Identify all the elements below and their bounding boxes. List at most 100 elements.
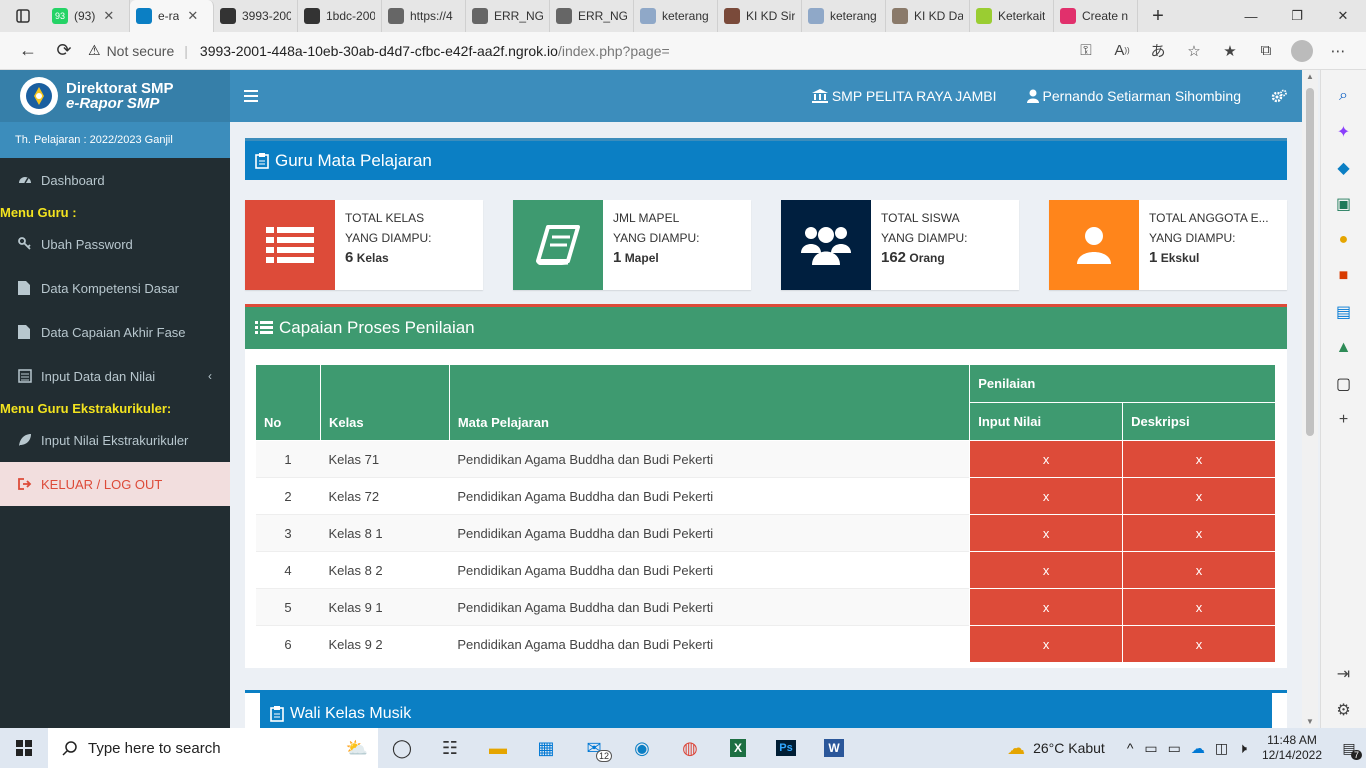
browser-tab[interactable]: KI KD Sir <box>718 0 802 32</box>
cell-deskripsi-status[interactable]: x <box>1122 477 1276 515</box>
add-app-icon[interactable]: + <box>1329 402 1359 438</box>
cell-deskripsi-status[interactable]: x <box>1122 514 1276 552</box>
new-tab-button[interactable]: + <box>1138 0 1178 32</box>
close-tab-icon[interactable]: ✕ <box>187 8 198 24</box>
page-scrollbar[interactable]: ▲ ▼ <box>1302 70 1318 728</box>
excel-button[interactable]: X <box>714 728 762 768</box>
sidebar-item-data-kompetensi[interactable]: Data Kompetensi Dasar <box>0 266 230 310</box>
word-button[interactable]: W <box>810 728 858 768</box>
restore-button[interactable]: ❐ <box>1274 0 1320 32</box>
photoshop-button[interactable]: Ps <box>762 728 810 768</box>
cell-input-status[interactable]: x <box>969 440 1124 478</box>
read-aloud-icon[interactable]: A)) <box>1104 36 1140 66</box>
shopping-tag-icon[interactable]: ◆ <box>1329 150 1359 186</box>
cell-deskripsi-status[interactable]: x <box>1122 440 1276 478</box>
url-field[interactable]: ⚠ Not secure | 3993-2001-448a-10eb-30ab-… <box>88 36 1062 66</box>
file-explorer-button[interactable]: ▬ <box>474 728 522 768</box>
collections-icon[interactable]: ⧉ <box>1248 36 1284 66</box>
refresh-button[interactable]: ⟳ <box>46 36 82 66</box>
outlook-icon[interactable]: ▤ <box>1329 294 1359 330</box>
onedrive-icon[interactable]: ☁ <box>1191 740 1205 757</box>
cell-deskripsi-status[interactable]: x <box>1122 588 1276 626</box>
cell-input-status[interactable]: x <box>969 514 1124 552</box>
hide-sidebar-icon[interactable]: ⇥ <box>1329 656 1359 692</box>
user-menu[interactable]: Pernando Setiarman Sihombing <box>1012 88 1256 104</box>
browser-tab[interactable]: keterang <box>634 0 718 32</box>
chrome-button[interactable]: ◍ <box>666 728 714 768</box>
translate-icon[interactable]: あ <box>1140 36 1176 66</box>
start-button[interactable] <box>0 728 48 768</box>
browser-tab[interactable]: Create n <box>1054 0 1138 32</box>
add-favorite-icon[interactable]: ☆ <box>1176 36 1212 66</box>
widgets-button[interactable]: ☷ <box>426 728 474 768</box>
scroll-up-icon[interactable]: ▲ <box>1306 72 1314 81</box>
key-icon[interactable]: ⚿ <box>1068 36 1104 66</box>
sidebar-item-input-data[interactable]: Input Data dan Nilai ‹ <box>0 354 230 398</box>
cell-kelas: Kelas 72 <box>320 477 450 515</box>
q-app-icon[interactable]: ▢ <box>1329 366 1359 402</box>
profile-avatar[interactable] <box>1284 36 1320 66</box>
cell-input-status[interactable]: x <box>969 551 1124 589</box>
copilot-icon[interactable]: ✦ <box>1329 114 1359 150</box>
user-icon <box>1026 89 1039 103</box>
browser-tab[interactable]: https://4 <box>382 0 466 32</box>
task-view-icon: ◯ <box>391 737 413 758</box>
browser-tab[interactable]: KI KD Da <box>886 0 970 32</box>
sidebar-item-data-capaian[interactable]: Data Capaian Akhir Fase <box>0 310 230 354</box>
browser-tab[interactable]: ERR_NGF <box>466 0 550 32</box>
cell-deskripsi-status[interactable]: x <box>1122 625 1276 663</box>
favorites-icon[interactable]: ★ <box>1212 36 1248 66</box>
browser-tab[interactable]: 3993-200 <box>214 0 298 32</box>
logo-area[interactable]: Direktorat SMP e-Rapor SMP <box>0 70 230 122</box>
settings-button[interactable] <box>1256 89 1302 103</box>
browser-tab[interactable]: keterang <box>802 0 886 32</box>
minimize-button[interactable]: — <box>1228 0 1274 32</box>
school-link[interactable]: SMP PELITA RAYA JAMBI <box>797 88 1012 104</box>
cell-input-status[interactable]: x <box>969 625 1124 663</box>
cell-input-status[interactable]: x <box>969 477 1124 515</box>
office-icon[interactable]: ■ <box>1329 258 1359 294</box>
tab-actions-button[interactable] <box>0 0 46 32</box>
toolbox-icon[interactable]: ▣ <box>1329 186 1359 222</box>
store-button[interactable]: ▦ <box>522 728 570 768</box>
battery-icon[interactable]: ▭ <box>1168 740 1181 757</box>
back-button[interactable]: ← <box>10 36 46 66</box>
security-label[interactable]: Not secure <box>107 43 175 59</box>
taskbar-search[interactable]: Type here to search ⛅ <box>48 728 378 768</box>
close-tab-icon[interactable]: ✕ <box>103 8 114 24</box>
sidebar-item-ubah-password[interactable]: Ubah Password <box>0 222 230 266</box>
settings-gear-icon[interactable]: ⚙ <box>1329 692 1359 728</box>
scroll-down-icon[interactable]: ▼ <box>1306 717 1314 726</box>
volume-icon[interactable]: 🕨 <box>1238 740 1247 757</box>
clock[interactable]: 11:48 AM 12/14/2022 <box>1262 733 1322 763</box>
tree-icon[interactable]: ▲ <box>1329 330 1359 366</box>
weather-widget[interactable]: ☁ 26°C Kabut <box>1007 738 1105 759</box>
scrollbar-thumb[interactable] <box>1306 88 1314 436</box>
url-host: 3993-2001-448a-10eb-30ab-d4d7-cfbc-e42f-… <box>199 42 558 59</box>
cell-deskripsi-status[interactable]: x <box>1122 551 1276 589</box>
network-icon[interactable]: ◫ <box>1215 740 1228 757</box>
browser-tab[interactable]: Keterkait <box>970 0 1054 32</box>
browser-tab[interactable]: e-ra ✕ <box>130 0 214 32</box>
cell-kelas: Kelas 71 <box>320 440 450 478</box>
browser-tab[interactable]: ERR_NGF <box>550 0 634 32</box>
chevron-up-icon[interactable]: ^ <box>1127 740 1134 756</box>
notification-button[interactable]: ▤ 7 <box>1332 728 1366 768</box>
sidebar-toggle-button[interactable] <box>230 70 272 122</box>
more-menu-icon[interactable]: ⋯ <box>1320 36 1356 66</box>
games-icon[interactable]: ● <box>1329 222 1359 258</box>
edge-sidebar: ⌕ ✦ ◆ ▣ ● ■ ▤ ▲ ▢ + ⇥ ⚙ <box>1320 70 1366 728</box>
leaf-icon <box>18 433 41 447</box>
sidebar-item-dashboard[interactable]: Dashboard <box>0 158 230 202</box>
sidebar-item-logout[interactable]: KELUAR / LOG OUT <box>0 462 230 506</box>
edge-button[interactable]: ◉ <box>618 728 666 768</box>
close-window-button[interactable]: ✕ <box>1320 0 1366 32</box>
mail-button[interactable]: ✉ 12 <box>570 728 618 768</box>
task-view-button[interactable]: ◯ <box>378 728 426 768</box>
sidebar-item-input-ekskul[interactable]: Input Nilai Ekstrakurikuler <box>0 418 230 462</box>
browser-tab[interactable]: 1bdc-200 <box>298 0 382 32</box>
cell-input-status[interactable]: x <box>969 588 1124 626</box>
meet-now-icon[interactable]: ▭ <box>1144 740 1157 757</box>
search-icon[interactable]: ⌕ <box>1329 78 1359 114</box>
browser-tab[interactable]: 93 (93) ✕ <box>46 0 130 32</box>
